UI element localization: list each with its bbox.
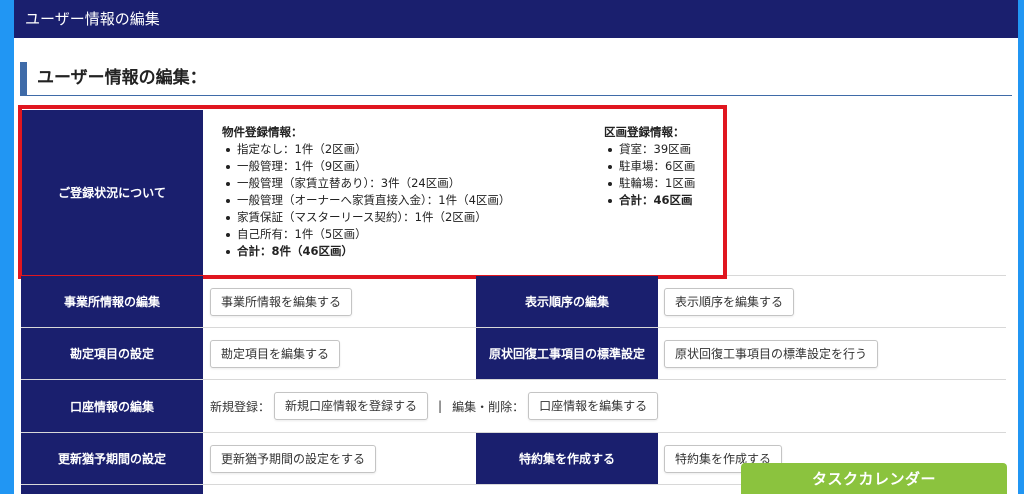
register-bank-account-button[interactable]: 新規口座情報を登録する	[274, 392, 429, 420]
edit-office-button[interactable]: 事業所情報を編集する	[210, 287, 353, 316]
section-title: ユーザー情報の編集：	[20, 62, 1012, 96]
order-cell: 表示順序を編集する	[664, 276, 994, 327]
grace-cell: 更新猶予期間の設定をする	[210, 433, 475, 484]
separator: |	[438, 399, 443, 413]
edit-account-item-button[interactable]: 勘定項目を編集する	[210, 339, 341, 368]
restoration-settings-button[interactable]: 原状回復工事項目の標準設定を行う	[664, 339, 879, 368]
office-label: 事業所情報の編集	[21, 276, 203, 327]
bank-row: 口座情報の編集 新規登録： 新規口座情報を登録する | 編集・削除： 口座情報を…	[21, 380, 1006, 433]
bank-cell: 新規登録： 新規口座情報を登録する | 編集・削除： 口座情報を編集する	[210, 380, 1000, 432]
grace-period-button[interactable]: 更新猶予期間の設定をする	[210, 444, 377, 473]
next-row-label	[21, 485, 203, 494]
special-terms-label: 特約集を作成する	[476, 433, 658, 484]
account-item-cell: 勘定項目を編集する	[210, 328, 475, 379]
page-header: ユーザー情報の編集	[14, 0, 1018, 38]
highlight-frame	[18, 105, 727, 279]
edit-bank-account-button[interactable]: 口座情報を編集する	[528, 392, 659, 420]
grace-label: 更新猶予期間の設定	[21, 433, 203, 484]
page: ユーザー情報の編集 ユーザー情報の編集： ご登録状況について 物件登録情報： 指…	[14, 0, 1018, 494]
edit-delete-label: 編集・削除：	[452, 399, 525, 414]
office-cell: 事業所情報を編集する	[210, 276, 475, 327]
office-row: 事業所情報の編集 事業所情報を編集する 表示順序の編集 表示順序を編集する	[21, 276, 1006, 328]
order-label: 表示順序の編集	[476, 276, 658, 327]
edit-order-button[interactable]: 表示順序を編集する	[664, 287, 795, 316]
bank-label: 口座情報の編集	[21, 380, 203, 432]
restoration-cell: 原状回復工事項目の標準設定を行う	[664, 328, 994, 379]
account-row: 勘定項目の設定 勘定項目を編集する 原状回復工事項目の標準設定 原状回復工事項目…	[21, 328, 1006, 380]
restoration-label: 原状回復工事項目の標準設定	[476, 328, 658, 379]
new-registration-label: 新規登録：	[210, 399, 271, 414]
account-item-label: 勘定項目の設定	[21, 328, 203, 379]
task-calendar-button[interactable]: タスクカレンダー	[741, 463, 1007, 494]
